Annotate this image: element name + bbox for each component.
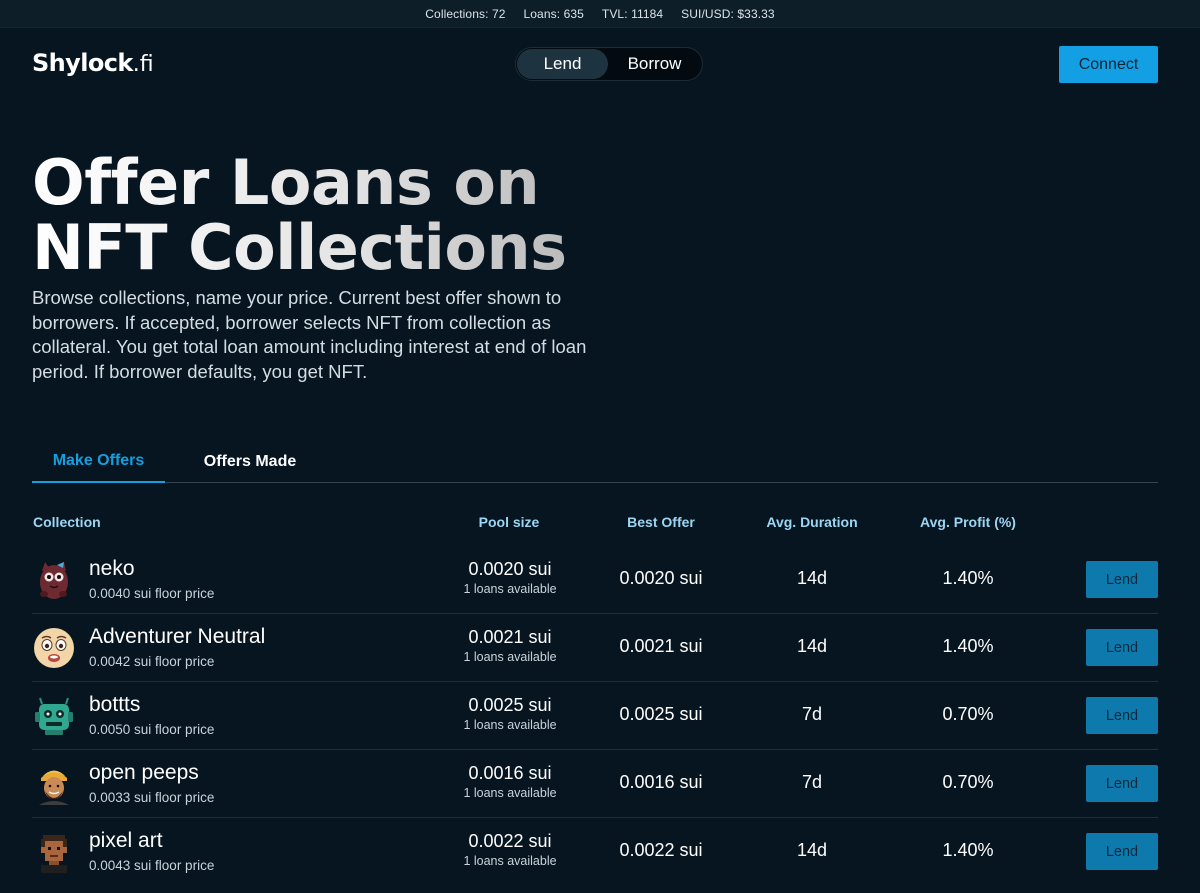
table-row: bottts 0.0050 sui floor price 0.0025 sui…	[32, 682, 1158, 750]
lend-button[interactable]: Lend	[1086, 697, 1158, 734]
adventurer-face-avatar-icon	[33, 627, 75, 669]
logo[interactable]: Shylock.fi	[32, 49, 154, 77]
page-title-line-1: Offer Loans on	[32, 146, 540, 219]
pool-size-amount: 0.0020 sui	[468, 559, 552, 579]
pool-size-amount: 0.0021 sui	[468, 627, 552, 647]
table-header: Collection Pool size Best Offer Avg. Dur…	[32, 510, 1158, 536]
lend-button[interactable]: Lend	[1086, 629, 1158, 666]
loans-available: 1 loans available	[463, 650, 557, 664]
lend-toggle-option[interactable]: Lend	[517, 49, 609, 79]
pool-size-amount: 0.0016 sui	[468, 763, 552, 783]
table-row: Adventurer Neutral 0.0042 sui floor pric…	[32, 614, 1158, 682]
collection-name[interactable]: pixel art	[89, 829, 163, 853]
turban-person-avatar-icon	[33, 763, 75, 805]
tvl-value: TVL: 11184	[601, 6, 664, 21]
header: Shylock.fi Lend Borrow Connect	[0, 28, 1200, 100]
page-description: Browse collections, name your price. Cur…	[32, 287, 587, 382]
header-avg-profit: Avg. Profit (%)	[920, 514, 1016, 530]
page-title: Offer Loans on NFT Collections	[32, 150, 732, 280]
floor-price: 0.0040 sui floor price	[89, 586, 215, 601]
lend-button[interactable]: Lend	[1086, 765, 1158, 802]
borrow-toggle-option[interactable]: Borrow	[608, 49, 701, 79]
avg-duration: 7d	[801, 704, 823, 724]
tab-offers-made[interactable]: Offers Made	[165, 440, 335, 483]
avg-duration: 14d	[796, 840, 828, 860]
avg-duration: 14d	[796, 636, 828, 656]
header-pool-size: Pool size	[478, 514, 540, 530]
best-offer: 0.0025 sui	[619, 704, 703, 724]
sui-usd-price: SUI/USD: $33.33	[681, 6, 775, 21]
best-offer: 0.0021 sui	[619, 636, 703, 656]
best-offer: 0.0020 sui	[619, 568, 703, 588]
stats-bar: Collections: 72 Loans: 635 TVL: 11184 SU…	[0, 0, 1200, 28]
collection-name[interactable]: open peeps	[89, 761, 199, 785]
best-offer: 0.0022 sui	[619, 840, 703, 860]
floor-price: 0.0033 sui floor price	[89, 790, 215, 805]
header-best-offer: Best Offer	[627, 514, 695, 530]
collections-count: Collections: 72	[425, 6, 506, 21]
collection-name[interactable]: bottts	[89, 693, 140, 717]
pool-size-amount: 0.0025 sui	[468, 695, 552, 715]
loans-count: Loans: 635	[523, 6, 584, 21]
table-row: pixel art 0.0043 sui floor price 0.0022 …	[32, 818, 1158, 886]
lend-borrow-toggle: Lend Borrow	[515, 47, 703, 81]
pool-size-amount: 0.0022 sui	[468, 831, 552, 851]
robot-avatar-icon	[33, 695, 75, 737]
neko-cat-avatar-icon	[33, 559, 75, 601]
logo-suffix: .fi	[132, 52, 154, 77]
pixel-person-avatar-icon	[33, 831, 75, 873]
page-title-line-2: NFT Collections	[32, 211, 567, 284]
avg-duration: 14d	[796, 568, 828, 588]
collections-table: neko 0.0040 sui floor price 0.0020 sui 1…	[32, 546, 1158, 886]
floor-price: 0.0043 sui floor price	[89, 858, 215, 873]
loans-available: 1 loans available	[463, 786, 557, 800]
avg-profit: 1.40%	[942, 636, 994, 656]
connect-button[interactable]: Connect	[1059, 46, 1158, 83]
lend-button[interactable]: Lend	[1086, 561, 1158, 598]
avg-profit: 0.70%	[942, 772, 994, 792]
table-row: neko 0.0040 sui floor price 0.0020 sui 1…	[32, 546, 1158, 614]
pool-size-cell: 0.0022 sui 1 loans available	[463, 831, 556, 868]
pool-size-cell: 0.0016 sui 1 loans available	[463, 763, 556, 800]
floor-price: 0.0050 sui floor price	[89, 722, 215, 737]
loans-available: 1 loans available	[463, 582, 557, 596]
tab-make-offers[interactable]: Make Offers	[32, 440, 165, 483]
logo-main: Shylock	[32, 49, 133, 77]
header-avg-duration: Avg. Duration	[766, 514, 858, 530]
floor-price: 0.0042 sui floor price	[89, 654, 215, 669]
loans-available: 1 loans available	[463, 854, 557, 868]
best-offer: 0.0016 sui	[619, 772, 703, 792]
pool-size-cell: 0.0020 sui 1 loans available	[463, 559, 556, 596]
avg-profit: 0.70%	[942, 704, 994, 724]
collection-name[interactable]: Adventurer Neutral	[89, 625, 265, 649]
header-collection: Collection	[33, 514, 101, 530]
pool-size-cell: 0.0021 sui 1 loans available	[463, 627, 556, 664]
lend-button[interactable]: Lend	[1086, 833, 1158, 870]
collection-name[interactable]: neko	[89, 557, 135, 581]
pool-size-cell: 0.0025 sui 1 loans available	[463, 695, 556, 732]
table-row: open peeps 0.0033 sui floor price 0.0016…	[32, 750, 1158, 818]
avg-profit: 1.40%	[942, 840, 994, 860]
offers-tabs: Make Offers Offers Made	[32, 440, 1158, 483]
loans-available: 1 loans available	[463, 718, 557, 732]
avg-profit: 1.40%	[942, 568, 994, 588]
avg-duration: 7d	[801, 772, 823, 792]
